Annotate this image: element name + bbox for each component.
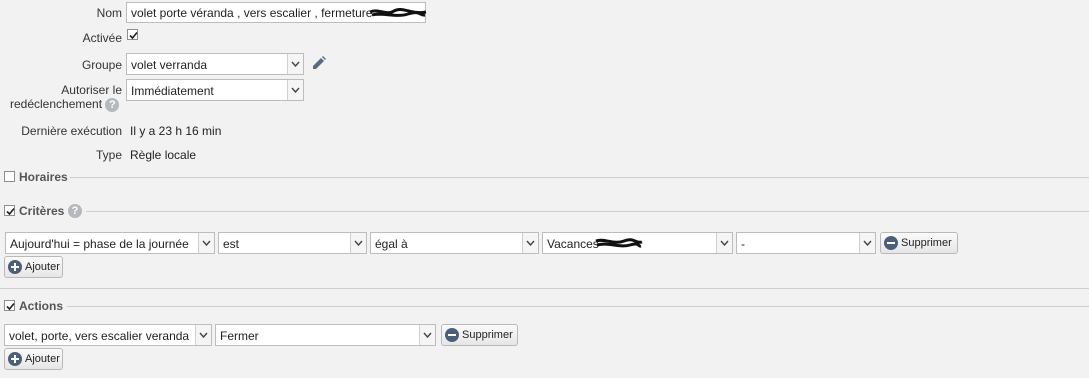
- actions-checkbox[interactable]: [4, 300, 15, 311]
- type-value: Règle locale: [130, 148, 197, 162]
- chevron-down-icon: [859, 233, 875, 253]
- name-value: volet porte véranda , vers escalier , fe…: [131, 6, 373, 20]
- criteria-field-value: Aujourd'hui = phase de la journée: [10, 237, 189, 251]
- criteria-comparison-value: égal à: [375, 237, 408, 251]
- retrigger-label-2: redéclenchement ?: [10, 97, 120, 112]
- criteria-delete-label: Supprimer: [901, 237, 952, 249]
- last-exec-label: Dernière exécution: [21, 124, 122, 138]
- group-select[interactable]: volet verranda: [126, 53, 304, 75]
- name-label: Nom: [96, 6, 122, 20]
- checkmark-icon: [6, 207, 15, 216]
- criteria-operator-select[interactable]: est: [218, 232, 367, 254]
- redaction-scribble: [369, 7, 427, 17]
- group-label: Groupe: [81, 58, 122, 72]
- active-checkbox[interactable]: [127, 29, 138, 40]
- criteria-operator-value: est: [223, 237, 240, 251]
- chevron-down-icon: [287, 54, 303, 74]
- last-exec-value: Il y a 23 h 16 min: [130, 124, 222, 138]
- chevron-down-icon: [198, 233, 214, 253]
- plus-circle-icon: [8, 260, 22, 274]
- criteria-bottom-divider: [0, 288, 1089, 289]
- criteria-title: Critères: [19, 204, 65, 218]
- minus-circle-icon: [445, 328, 459, 342]
- action-command-select[interactable]: Fermer: [215, 324, 436, 346]
- criteria-value-value: Vacances: [547, 237, 599, 251]
- chevron-down-icon: [350, 233, 366, 253]
- chevron-down-icon: [195, 325, 211, 345]
- schedules-divider: [70, 177, 1089, 178]
- action-delete-label: Supprimer: [462, 329, 513, 341]
- chevron-down-icon: [716, 233, 732, 253]
- criteria-add-label: Ajouter: [25, 261, 60, 273]
- retrigger-label: Autoriser le: [61, 83, 122, 97]
- criteria-comparison-select[interactable]: égal à: [370, 232, 539, 254]
- pencil-icon[interactable]: [310, 55, 328, 73]
- action-target-select[interactable]: volet, porte, vers escalier veranda: [4, 324, 212, 346]
- schedules-checkbox[interactable]: [4, 171, 15, 182]
- criteria-divider: [86, 211, 1089, 212]
- action-target-value: volet, porte, vers escalier veranda: [9, 329, 190, 343]
- retrigger-select[interactable]: Immédiatement: [126, 79, 304, 101]
- retrigger-label-line2: redéclenchement: [10, 97, 103, 111]
- actions-add-button[interactable]: Ajouter: [4, 348, 63, 370]
- checkmark-icon: [129, 31, 138, 40]
- chevron-down-icon: [419, 325, 435, 345]
- checkmark-icon: [6, 302, 15, 311]
- retrigger-value: Immédiatement: [131, 84, 214, 98]
- minus-circle-icon: [884, 236, 898, 250]
- chevron-down-icon: [522, 233, 538, 253]
- criteria-delete-button[interactable]: Supprimer: [880, 232, 958, 254]
- criteria-checkbox[interactable]: [4, 205, 15, 216]
- type-label: Type: [95, 148, 122, 162]
- actions-add-label: Ajouter: [25, 353, 60, 365]
- actions-divider: [67, 306, 1089, 307]
- criteria-field-select[interactable]: Aujourd'hui = phase de la journée: [5, 232, 215, 254]
- question-icon[interactable]: ?: [105, 97, 120, 112]
- criteria-extra-value: -: [741, 237, 745, 251]
- group-value: volet verranda: [131, 58, 208, 72]
- action-command-value: Fermer: [220, 329, 259, 343]
- schedules-title: Horaires: [19, 170, 68, 184]
- plus-circle-icon: [8, 352, 22, 366]
- active-label: Activée: [82, 31, 122, 45]
- actions-title: Actions: [19, 299, 64, 313]
- criteria-add-button[interactable]: Ajouter: [4, 256, 63, 278]
- question-icon[interactable]: ?: [68, 204, 82, 218]
- redaction-scribble: [595, 238, 643, 248]
- retrigger-label-line1: Autoriser le: [61, 83, 122, 97]
- chevron-down-icon: [287, 80, 303, 100]
- action-delete-button[interactable]: Supprimer: [441, 324, 518, 346]
- criteria-extra-select[interactable]: -: [736, 232, 876, 254]
